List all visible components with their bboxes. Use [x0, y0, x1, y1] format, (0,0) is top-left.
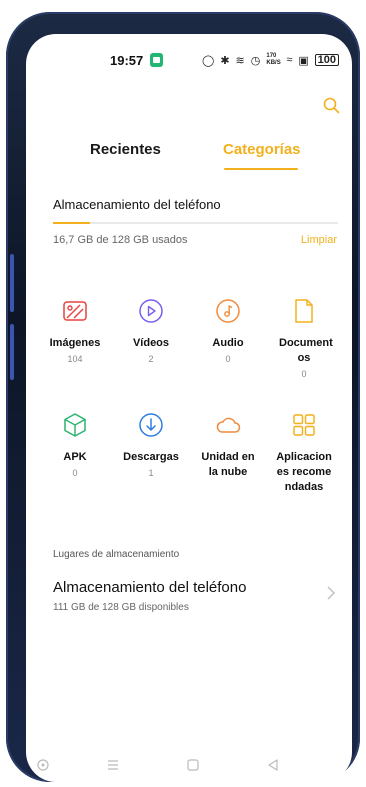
power-button	[10, 324, 14, 380]
speed-text: 170 KB/S	[266, 53, 281, 66]
home-icon[interactable]	[186, 758, 200, 772]
category-label: Imágenes	[49, 337, 101, 349]
category-downloads[interactable]: Descargas 1	[118, 412, 184, 478]
storage-places-title: Lugares de almacenamiento	[53, 549, 180, 560]
vibrate-icon: ≋	[235, 54, 245, 67]
status-time: 19:57	[110, 53, 144, 68]
storage-used-text: 16,7 GB de 128 GB usados	[53, 234, 188, 246]
apps-icon	[293, 414, 315, 436]
tab-categories[interactable]: Categorías	[223, 141, 301, 158]
cloud-icon	[216, 417, 241, 433]
category-count: 0	[72, 468, 78, 478]
storage-progress-fill	[53, 222, 91, 224]
category-count: 1	[148, 468, 154, 478]
search-icon[interactable]	[322, 96, 342, 116]
category-label: Descargas	[123, 451, 179, 463]
download-icon	[139, 413, 163, 437]
category-images[interactable]: Imágenes 104	[42, 298, 108, 364]
sim-icon: ▣	[298, 54, 309, 67]
category-documents[interactable]: Document os 0	[271, 298, 337, 379]
clear-button[interactable]: Limpiar	[301, 234, 337, 246]
category-count: 104	[67, 354, 83, 364]
drop-icon: ◯	[202, 54, 215, 67]
storage-place-name: Almacenamiento del teléfono	[53, 579, 247, 596]
category-count: 2	[148, 354, 154, 364]
tab-recent[interactable]: Recientes	[90, 141, 161, 158]
category-label: Aplicacion es recome ndadas	[276, 451, 332, 493]
status-bar: 19:57 ◯ ✱ ≋ ◷ 170 KB/S ≈ ▣ 100	[26, 52, 352, 72]
screen: 19:57 ◯ ✱ ≋ ◷ 170 KB/S ≈ ▣ 100 Recientes…	[26, 34, 352, 782]
alarm-icon: ◷	[250, 54, 261, 67]
storage-title: Almacenamiento del teléfono	[53, 197, 221, 212]
category-count: 0	[301, 369, 307, 379]
category-label: Vídeos	[132, 337, 170, 349]
category-label: APK	[63, 451, 87, 463]
apk-icon	[64, 413, 86, 437]
notification-icon	[150, 53, 163, 67]
category-videos[interactable]: Vídeos 2	[118, 298, 184, 364]
category-count: 0	[225, 354, 231, 364]
wifi-icon: ≈	[286, 54, 293, 66]
document-icon	[295, 299, 313, 323]
navigation-bar	[26, 754, 352, 780]
battery-icon: 100	[314, 54, 339, 66]
bluetooth-icon: ✱	[220, 54, 230, 67]
audio-icon	[216, 299, 240, 323]
storage-place-available: 111 GB de 128 GB disponibles	[53, 602, 189, 613]
category-label: Document os	[279, 337, 333, 364]
storage-progress-bar	[53, 222, 338, 224]
category-label: Audio	[212, 337, 244, 349]
category-cloud[interactable]: Unidad en la nube	[195, 412, 261, 480]
category-recommended-apps[interactable]: Aplicacion es recome ndadas	[271, 412, 337, 495]
images-icon	[63, 301, 87, 321]
category-apk[interactable]: APK 0	[42, 412, 108, 478]
volume-button	[10, 254, 14, 312]
chevron-right-icon	[327, 586, 335, 600]
status-icons: ◯ ✱ ≋ ◷ 170 KB/S ≈ ▣ 100	[202, 53, 339, 67]
video-icon	[139, 299, 163, 323]
tab-indicator	[224, 168, 298, 170]
circle-icon[interactable]	[36, 758, 50, 772]
back-icon[interactable]	[266, 758, 280, 772]
category-audio[interactable]: Audio 0	[195, 298, 261, 364]
category-label: Unidad en la nube	[201, 451, 255, 478]
menu-icon[interactable]	[106, 758, 120, 772]
phone-frame: 19:57 ◯ ✱ ≋ ◷ 170 KB/S ≈ ▣ 100 Recientes…	[6, 12, 360, 782]
